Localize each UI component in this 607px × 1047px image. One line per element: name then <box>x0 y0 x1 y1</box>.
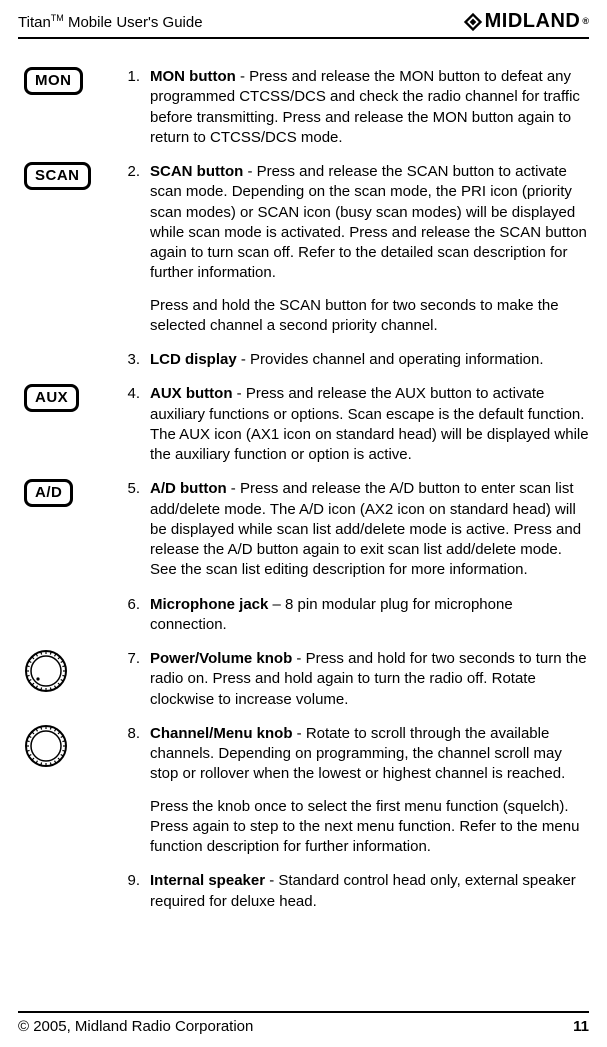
item-term: MON button <box>150 68 236 85</box>
item-term: AUX button <box>150 385 232 402</box>
item-text: MON button - Press and release the MON b… <box>150 67 589 148</box>
list-item: SCAN 2.SCAN button - Press and release th… <box>18 162 589 336</box>
channel-menu-knob-icon <box>24 724 68 768</box>
icon-column: A/D <box>18 479 118 507</box>
item-paragraph: MON button - Press and release the MON b… <box>150 67 589 148</box>
item-text: Power/Volume knob - Press and hold for t… <box>150 649 589 710</box>
item-text: A/D button - Press and release the A/D b… <box>150 479 589 580</box>
power-volume-knob-icon <box>24 649 68 693</box>
item-extra-paragraph: Press the knob once to select the first … <box>150 797 589 858</box>
list-item: 3.LCD display - Provides channel and ope… <box>18 350 589 370</box>
list-item: 7.Power/Volume knob - Press and hold for… <box>18 649 589 710</box>
button-label-icon: A/D <box>24 479 73 507</box>
item-number: 1. <box>118 67 150 87</box>
button-label-icon: AUX <box>24 384 79 412</box>
item-term: SCAN button <box>150 163 243 180</box>
icon-column: AUX <box>18 384 118 412</box>
list-item: A/D 5.A/D button - Press and release the … <box>18 479 589 580</box>
item-number: 8. <box>118 724 150 744</box>
item-body: - Press and release the SCAN button to a… <box>150 163 587 281</box>
item-term: Internal speaker <box>150 872 265 889</box>
header-title: TitanTM Mobile User's Guide <box>18 12 203 35</box>
button-label-icon: SCAN <box>24 162 91 190</box>
item-number: 3. <box>118 350 150 370</box>
item-body: - Provides channel and operating informa… <box>237 351 544 368</box>
page-number: 11 <box>573 1017 589 1037</box>
list-item: 9.Internal speaker - Standard control he… <box>18 871 589 912</box>
list-item: MON 1.MON button - Press and release the … <box>18 67 589 148</box>
item-text: SCAN button - Press and release the SCAN… <box>150 162 589 336</box>
item-paragraph: Channel/Menu knob - Rotate to scroll thr… <box>150 724 589 785</box>
icon-column <box>18 724 118 768</box>
item-term: Channel/Menu knob <box>150 725 293 742</box>
item-term: LCD display <box>150 351 237 368</box>
item-text: LCD display - Provides channel and opera… <box>150 350 589 370</box>
button-label-icon: MON <box>24 67 83 95</box>
icon-column <box>18 649 118 693</box>
icon-column: SCAN <box>18 162 118 190</box>
item-paragraph: Internal speaker - Standard control head… <box>150 871 589 912</box>
item-term: Power/Volume knob <box>150 650 292 667</box>
item-paragraph: A/D button - Press and release the A/D b… <box>150 479 589 580</box>
title-prefix: Titan <box>18 14 51 31</box>
logo-diamond-icon <box>463 12 483 32</box>
icon-column: MON <box>18 67 118 95</box>
item-extra-paragraph: Press and hold the SCAN button for two s… <box>150 296 589 337</box>
page-header: TitanTM Mobile User's Guide MIDLAND® <box>18 8 589 39</box>
item-term: Microphone jack <box>150 596 268 613</box>
item-text: AUX button - Press and release the AUX b… <box>150 384 589 465</box>
item-term: A/D button <box>150 480 227 497</box>
item-text: Internal speaker - Standard control head… <box>150 871 589 912</box>
item-number: 7. <box>118 649 150 669</box>
page-footer: © 2005, Midland Radio Corporation 11 <box>18 1011 589 1047</box>
item-number: 4. <box>118 384 150 404</box>
item-number: 9. <box>118 871 150 891</box>
item-number: 5. <box>118 479 150 499</box>
title-suffix: Mobile User's Guide <box>64 14 203 31</box>
document-page: TitanTM Mobile User's Guide MIDLAND® MON… <box>0 0 607 1047</box>
item-paragraph: SCAN button - Press and release the SCAN… <box>150 162 589 284</box>
item-paragraph: Power/Volume knob - Press and hold for t… <box>150 649 589 710</box>
content-area: MON 1.MON button - Press and release the … <box>18 39 589 1011</box>
brand-logo: MIDLAND® <box>463 8 589 35</box>
trademark-symbol: TM <box>51 13 64 23</box>
list-item: 6.Microphone jack – 8 pin modular plug f… <box>18 595 589 636</box>
item-paragraph: LCD display - Provides channel and opera… <box>150 350 589 370</box>
item-text: Channel/Menu knob - Rotate to scroll thr… <box>150 724 589 858</box>
item-paragraph: Microphone jack – 8 pin modular plug for… <box>150 595 589 636</box>
item-number: 2. <box>118 162 150 182</box>
registered-symbol: ® <box>582 15 589 27</box>
copyright-text: © 2005, Midland Radio Corporation <box>18 1017 253 1037</box>
logo-text: MIDLAND <box>485 8 581 35</box>
item-text: Microphone jack – 8 pin modular plug for… <box>150 595 589 636</box>
list-item: AUX 4.AUX button - Press and release the … <box>18 384 589 465</box>
list-item: 8.Channel/Menu knob - Rotate to scroll t… <box>18 724 589 858</box>
item-paragraph: AUX button - Press and release the AUX b… <box>150 384 589 465</box>
item-number: 6. <box>118 595 150 615</box>
